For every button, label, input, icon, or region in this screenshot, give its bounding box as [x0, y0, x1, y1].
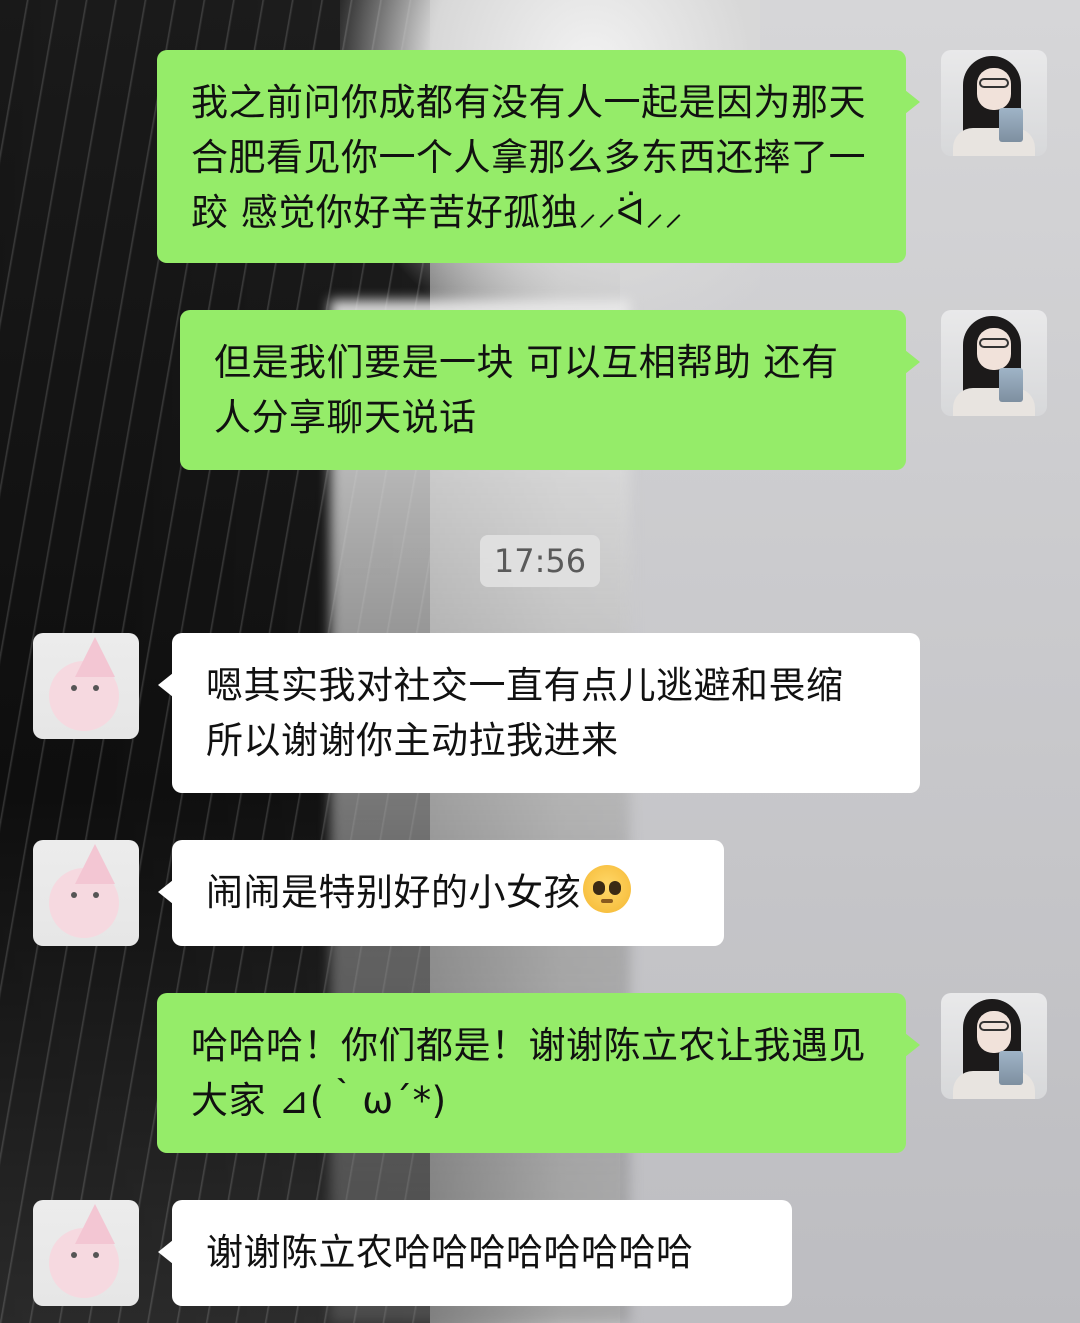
avatar-eye: [71, 685, 77, 691]
contact-avatar[interactable]: [33, 840, 139, 946]
message-text: 哈哈哈！你们都是！谢谢陈立农让我遇见大家 ⊿(｀ω´*): [191, 1024, 866, 1122]
avatar-hat: [75, 637, 115, 677]
message-bubble-received[interactable]: 闹闹是特别好的小女孩: [158, 840, 724, 946]
contact-avatar[interactable]: [33, 633, 139, 739]
avatar-hat: [75, 1204, 115, 1244]
message-bubble-received[interactable]: 嗯其实我对社交一直有点儿逃避和畏缩 所以谢谢你主动拉我进来: [158, 633, 920, 793]
message-text: 我之前问你成都有没有人一起是因为那天合肥看见你一个人拿那么多东西还摔了一跤 感觉…: [191, 81, 866, 234]
avatar-face: [977, 328, 1011, 370]
avatar-face: [977, 68, 1011, 110]
contact-avatar[interactable]: [33, 1200, 139, 1306]
avatar-eye: [71, 1252, 77, 1258]
avatar-cup: [999, 1051, 1023, 1085]
message-bubble-received[interactable]: 谢谢陈立农哈哈哈哈哈哈哈哈: [158, 1200, 792, 1306]
avatar-cup: [999, 368, 1023, 402]
avatar-eye: [93, 1252, 99, 1258]
avatar-eye: [93, 892, 99, 898]
avatar-cup: [999, 108, 1023, 142]
my-avatar[interactable]: [941, 50, 1047, 156]
message-bubble-sent[interactable]: 哈哈哈！你们都是！谢谢陈立农让我遇见大家 ⊿(｀ω´*): [157, 993, 920, 1153]
message-text: 但是我们要是一块 可以互相帮助 还有人分享聊天说话: [214, 341, 839, 439]
message-text: 谢谢陈立农哈哈哈哈哈哈哈哈: [206, 1231, 694, 1274]
avatar-glasses: [979, 1021, 1009, 1031]
chat-screen: 我之前问你成都有没有人一起是因为那天合肥看见你一个人拿那么多东西还摔了一跤 感觉…: [0, 0, 1080, 1323]
my-avatar[interactable]: [941, 993, 1047, 1099]
pleading-face-icon: [583, 865, 631, 913]
message-bubble-sent[interactable]: 但是我们要是一块 可以互相帮助 还有人分享聊天说话: [180, 310, 920, 470]
chat-timestamp: 17:56: [480, 535, 600, 587]
avatar-glasses: [979, 338, 1009, 348]
avatar-glasses: [979, 78, 1009, 88]
avatar-eye: [93, 685, 99, 691]
my-avatar[interactable]: [941, 310, 1047, 416]
avatar-face: [977, 1011, 1011, 1053]
message-text: 闹闹是特别好的小女孩: [206, 871, 581, 914]
message-bubble-sent[interactable]: 我之前问你成都有没有人一起是因为那天合肥看见你一个人拿那么多东西还摔了一跤 感觉…: [157, 50, 920, 263]
avatar-eye: [71, 892, 77, 898]
avatar-hat: [75, 844, 115, 884]
message-text: 嗯其实我对社交一直有点儿逃避和畏缩 所以谢谢你主动拉我进来: [206, 664, 844, 762]
